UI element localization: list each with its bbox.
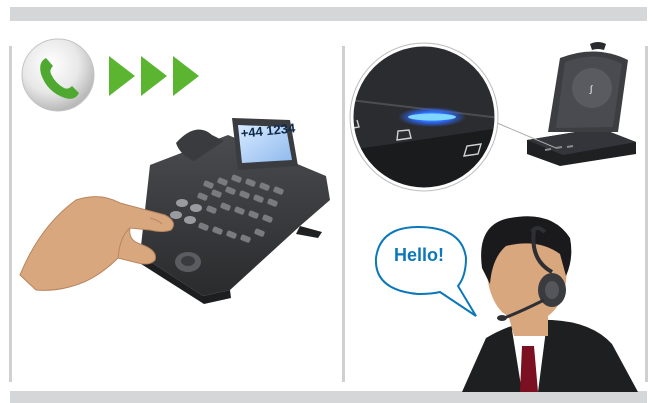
- desk-phone: [138, 118, 330, 304]
- forward-arrows-icon: [109, 56, 199, 96]
- person-with-headset: [462, 216, 638, 392]
- illustration-canvas: ∫: [19, 38, 638, 392]
- base-station-zoom: [349, 42, 499, 192]
- speech-bubble-text: Hello!: [393, 245, 444, 265]
- phone-call-icon: [21, 38, 95, 112]
- headset-base-station: ∫: [527, 42, 636, 166]
- speech-bubble: [374, 225, 477, 317]
